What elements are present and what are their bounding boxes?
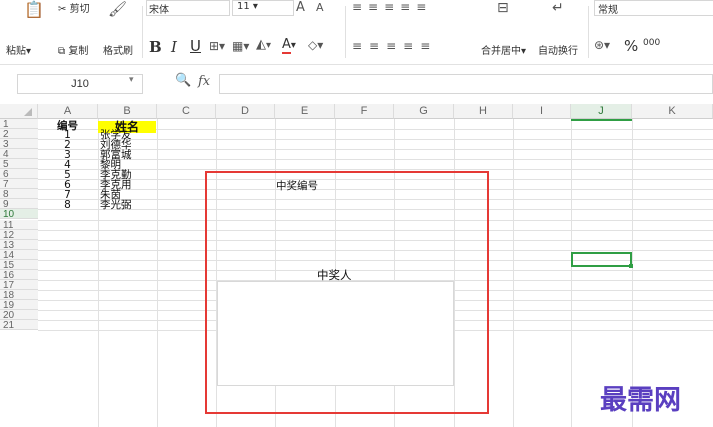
row-header-11[interactable]: 11 xyxy=(0,219,38,231)
row-gridline xyxy=(38,139,713,141)
name-cell[interactable]: 李光弼 xyxy=(100,200,132,211)
column-header-f[interactable]: F xyxy=(335,104,394,119)
ribbon-separator xyxy=(588,6,589,58)
column-gridline xyxy=(513,119,514,427)
ribbon-separator xyxy=(142,6,143,58)
ribbon-toolbar: 📋 粘贴▾ ✂ 剪切 ⧉ 复制 🖌 格式刷 宋体 11 ▾ A A B I U … xyxy=(0,0,713,65)
column-header-c[interactable]: C xyxy=(157,104,216,119)
row-header-21[interactable]: 21 xyxy=(0,320,38,331)
row-header-5[interactable]: 5 xyxy=(0,159,38,170)
row-header-6[interactable]: 6 xyxy=(0,169,38,180)
border-icon[interactable]: ⊞▾ xyxy=(209,39,225,53)
scissors-icon: ✂ xyxy=(58,4,67,15)
formula-input[interactable] xyxy=(219,74,713,94)
fill-handle[interactable] xyxy=(629,264,633,268)
currency-icon[interactable]: ⊛▾ xyxy=(594,38,610,52)
row-header-8[interactable]: 8 xyxy=(0,189,38,200)
underline-button[interactable]: U xyxy=(190,37,201,55)
selected-cell-j10[interactable] xyxy=(571,252,633,268)
fx-button[interactable]: fx xyxy=(198,74,210,89)
row-header-20[interactable]: 20 xyxy=(0,309,38,321)
row-header-10[interactable]: 10 xyxy=(0,209,38,220)
row-header-9[interactable]: 9 xyxy=(0,199,38,210)
number-format-select[interactable]: 常规 xyxy=(594,0,713,16)
name-box[interactable]: J10 xyxy=(17,74,143,94)
active-column-indicator xyxy=(571,119,632,121)
row-header-14[interactable]: 14 xyxy=(0,249,38,261)
cut-button[interactable]: ✂ 剪切 xyxy=(58,0,90,15)
format-painter-button[interactable]: 格式刷 xyxy=(103,42,133,57)
row-header-2[interactable]: 2 xyxy=(0,129,38,140)
column-header-d[interactable]: D xyxy=(216,104,275,119)
row-header-17[interactable]: 17 xyxy=(0,279,38,291)
chevron-down-icon[interactable]: ▾ xyxy=(129,75,134,85)
row-header-18[interactable]: 18 xyxy=(0,289,38,301)
column-header-e[interactable]: E xyxy=(275,104,335,119)
row-header-19[interactable]: 19 xyxy=(0,299,38,311)
merge-center-icon[interactable]: ⊟ xyxy=(497,0,509,16)
zoom-icon[interactable]: 🔍 xyxy=(175,73,191,88)
paste-button[interactable]: 粘贴▾ xyxy=(6,42,31,57)
column-header-a[interactable]: A xyxy=(38,104,98,119)
horizontal-align-icons[interactable]: ≡≡≡≡≡ xyxy=(352,39,437,53)
column-header-k[interactable]: K xyxy=(632,104,713,119)
copy-icon: ⧉ xyxy=(58,46,66,57)
paste-icon[interactable]: 📋 xyxy=(24,0,44,19)
id-cell[interactable]: 8 xyxy=(38,200,97,211)
row-gridline xyxy=(38,159,713,161)
select-all-corner[interactable] xyxy=(0,104,38,119)
column-gridline xyxy=(98,119,99,427)
copy-button[interactable]: ⧉ 复制 xyxy=(58,42,88,57)
row-header-7[interactable]: 7 xyxy=(0,179,38,190)
row-gridline xyxy=(38,149,713,151)
winner-label[interactable]: 中奖人 xyxy=(317,269,352,281)
prize-number-label[interactable]: 中奖编号 xyxy=(276,181,318,192)
increase-font-icon[interactable]: A xyxy=(296,0,305,15)
font-name-select[interactable]: 宋体 xyxy=(146,0,230,16)
thousands-button[interactable]: 000 xyxy=(643,38,660,48)
column-gridline xyxy=(157,119,158,427)
row-header-15[interactable]: 15 xyxy=(0,259,38,271)
row-header-3[interactable]: 3 xyxy=(0,139,38,150)
decrease-font-icon[interactable]: A xyxy=(316,1,324,14)
winner-merged-area[interactable] xyxy=(217,281,454,386)
wrap-text-icon[interactable]: ↵ xyxy=(552,0,564,16)
column-header-h[interactable]: H xyxy=(454,104,513,119)
formula-bar: J10 ▾ 🔍 fx xyxy=(0,70,713,98)
merge-center-button[interactable]: 合并居中▾ xyxy=(481,42,526,57)
watermark-logo: 最需网 xyxy=(600,385,681,416)
row-header-4[interactable]: 4 xyxy=(0,149,38,160)
column-header-g[interactable]: G xyxy=(394,104,454,119)
clear-icon[interactable]: ◇▾ xyxy=(308,38,323,52)
corner-triangle-icon xyxy=(24,108,32,116)
row-header-13[interactable]: 13 xyxy=(0,239,38,251)
row-header-1[interactable]: 1 xyxy=(0,119,38,130)
font-size-select[interactable]: 11 ▾ xyxy=(232,0,294,16)
wrap-text-button[interactable]: 自动换行 xyxy=(538,42,578,57)
column-gridline xyxy=(571,119,572,427)
italic-button[interactable]: I xyxy=(171,38,177,56)
row-header-12[interactable]: 12 xyxy=(0,229,38,241)
bold-button[interactable]: B xyxy=(149,38,162,56)
row-header-16[interactable]: 16 xyxy=(0,269,38,281)
ribbon-separator xyxy=(345,6,346,58)
fill-color-icon[interactable]: ◭▾ xyxy=(256,37,271,52)
format-painter-icon[interactable]: 🖌 xyxy=(108,0,127,18)
percent-button[interactable]: % xyxy=(624,37,638,55)
column-header-j[interactable]: J xyxy=(571,104,632,119)
column-header-b[interactable]: B xyxy=(98,104,157,119)
column-header-i[interactable]: I xyxy=(513,104,571,119)
font-color-icon[interactable]: A▾ xyxy=(282,37,296,54)
vertical-align-icons[interactable]: ≡≡≡≡≡ xyxy=(352,0,432,14)
cell-style-icon[interactable]: ▦▾ xyxy=(232,39,249,53)
